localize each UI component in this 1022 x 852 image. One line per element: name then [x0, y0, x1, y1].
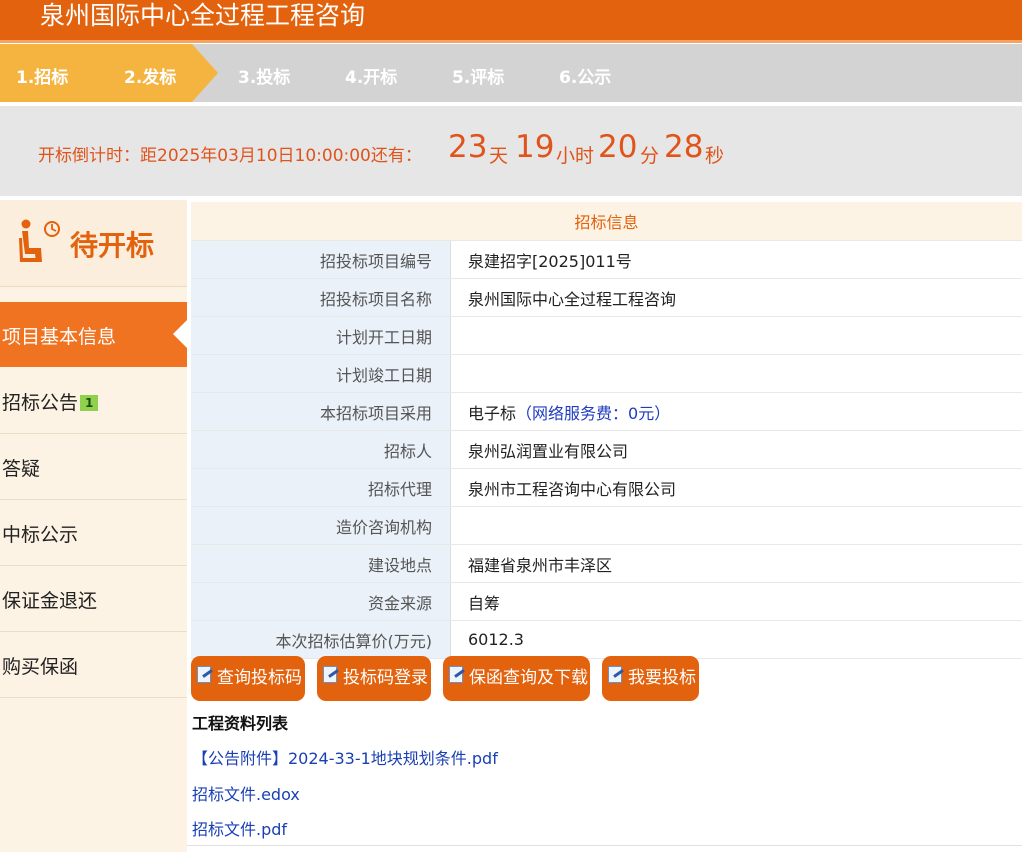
sidebar-item-deposit-refund[interactable]: 保证金退还 — [0, 566, 187, 632]
row-value — [450, 506, 1022, 545]
sidebar-item-project-info[interactable]: 项目基本信息 — [0, 302, 187, 367]
row-value: 泉建招字[2025]011号 — [450, 240, 1022, 279]
status-box: 待开标 — [0, 200, 187, 287]
bid-type: 电子标 — [468, 403, 517, 423]
row-value: 电子标（网络服务费：0元） — [450, 392, 1022, 431]
sidebar-item-announcement[interactable]: 招标公告 1 — [0, 368, 187, 434]
countdown-hours: 19 — [515, 129, 555, 165]
sidebar-item-label: 项目基本信息 — [2, 326, 117, 348]
row-value: 泉州市工程咨询中心有限公司 — [450, 468, 1022, 507]
row-key: 造价咨询机构 — [191, 506, 451, 545]
sidebar-item-label: 答疑 — [2, 458, 41, 480]
table-row: 招标代理 泉州市工程咨询中心有限公司 — [191, 468, 1022, 507]
sidebar-item-label: 购买保函 — [2, 656, 79, 678]
sidebar-item-label: 招标公告 — [2, 392, 79, 414]
row-value: 自筹 — [450, 582, 1022, 621]
table-row: 招投标项目名称 泉州国际中心全过程工程咨询 — [191, 278, 1022, 317]
countdown-seconds: 28 — [664, 129, 704, 165]
sidebar-item-buy-guarantee[interactable]: 购买保函 — [0, 632, 187, 698]
countdown-days-unit: 天 — [489, 145, 509, 167]
step-submit: 3.投标 — [238, 68, 291, 88]
table-row: 资金来源 自筹 — [191, 582, 1022, 621]
sidebar-item-winner-publicity[interactable]: 中标公示 — [0, 500, 187, 566]
row-key: 本招标项目采用 — [191, 392, 451, 431]
sidebar-item-qa[interactable]: 答疑 — [0, 434, 187, 500]
edit-doc-icon — [608, 666, 622, 683]
file-link[interactable]: 招标文件.edox — [192, 781, 300, 805]
bid-code-login-button[interactable]: 投标码登录 — [317, 656, 431, 701]
row-key: 招投标项目编号 — [191, 240, 451, 279]
row-value: 泉州弘润置业有限公司 — [450, 430, 1022, 469]
bidding-info-table: 招标信息 招投标项目编号 泉建招字[2025]011号 招投标项目名称 泉州国际… — [191, 202, 1022, 659]
countdown-minutes: 20 — [598, 129, 638, 165]
row-key: 招标代理 — [191, 468, 451, 507]
edit-doc-icon — [323, 666, 337, 683]
sidebar-item-label: 保证金退还 — [2, 590, 98, 612]
table-row: 招投标项目编号 泉建招字[2025]011号 — [191, 240, 1022, 279]
edit-doc-icon — [449, 666, 463, 683]
step-issue: 2.发标 — [124, 68, 177, 88]
countdown-seconds-unit: 秒 — [705, 145, 725, 167]
row-key: 建设地点 — [191, 544, 451, 583]
step-publicity: 6.公示 — [559, 68, 612, 88]
countdown-panel: 开标倒计时：距2025年03月10日10:00:00还有： 23 天 19 小时… — [0, 106, 1022, 196]
step-bidding: 1.招标 — [16, 68, 69, 88]
row-value: 泉州国际中心全过程工程咨询 — [450, 278, 1022, 317]
step-evaluate: 5.评标 — [452, 68, 505, 88]
row-key: 招标人 — [191, 430, 451, 469]
table-row: 计划竣工日期 — [191, 354, 1022, 393]
file-link[interactable]: 【公告附件】2024-33-1地块规划条件.pdf — [192, 745, 498, 769]
row-value — [450, 316, 1022, 355]
countdown-label: 开标倒计时：距2025年03月10日10:00:00还有： — [38, 146, 422, 166]
divider — [187, 845, 1022, 846]
table-row: 造价咨询机构 — [191, 506, 1022, 545]
service-fee-note: （网络服务费：0元） — [516, 403, 671, 423]
table-caption: 招标信息 — [191, 202, 1022, 241]
countdown-days: 23 — [448, 129, 488, 165]
files-list-title: 工程资料列表 — [192, 714, 289, 733]
table-row: 建设地点 福建省泉州市丰泽区 — [191, 544, 1022, 583]
row-key: 资金来源 — [191, 582, 451, 621]
table-row: 本招标项目采用 电子标（网络服务费：0元） — [191, 392, 1022, 431]
table-row: 计划开工日期 — [191, 316, 1022, 355]
page-title: 泉州国际中心全过程工程咨询 — [40, 1, 366, 30]
edit-doc-icon — [197, 666, 211, 683]
title-bar: 泉州国际中心全过程工程咨询 — [0, 0, 1022, 43]
row-key: 本次招标估算价(万元) — [191, 620, 451, 659]
steps-current-arrow — [192, 44, 218, 102]
sidebar: 待开标 项目基本信息 招标公告 1 答疑 中标公示 保证金退还 购买保函 — [0, 200, 187, 852]
sidebar-item-label: 中标公示 — [2, 524, 79, 546]
query-bid-code-button[interactable]: 查询投标码 — [191, 656, 305, 701]
row-value: 福建省泉州市丰泽区 — [450, 544, 1022, 583]
row-key: 招投标项目名称 — [191, 278, 451, 317]
row-key: 计划竣工日期 — [191, 354, 451, 393]
table-row: 本次招标估算价(万元) 6012.3 — [191, 620, 1022, 659]
announcement-count-badge: 1 — [80, 395, 99, 411]
countdown-minutes-unit: 分 — [640, 145, 660, 167]
row-key: 计划开工日期 — [191, 316, 451, 355]
row-value — [450, 354, 1022, 393]
submit-bid-button[interactable]: 我要投标 — [602, 656, 699, 701]
table-row: 招标人 泉州弘润置业有限公司 — [191, 430, 1022, 469]
row-value: 6012.3 — [450, 620, 1022, 659]
countdown-hours-unit: 小时 — [556, 145, 595, 167]
step-open: 4.开标 — [345, 68, 398, 88]
status-label: 待开标 — [70, 229, 155, 262]
guarantee-query-button[interactable]: 保函查询及下载 — [443, 656, 590, 701]
process-steps: 1.招标 2.发标 3.投标 4.开标 5.评标 6.公示 — [0, 44, 1022, 102]
file-link[interactable]: 招标文件.pdf — [192, 816, 287, 840]
seated-person-clock-icon — [19, 219, 60, 262]
